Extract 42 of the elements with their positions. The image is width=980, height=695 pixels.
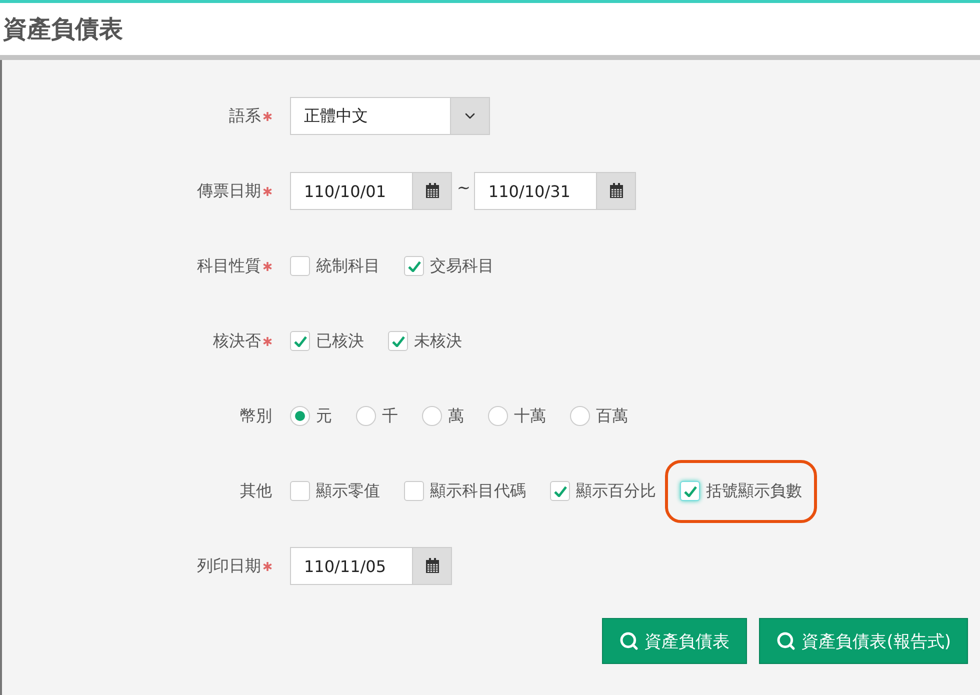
radio-button[interactable] (356, 406, 376, 426)
radio-label: 十萬 (514, 406, 546, 426)
checkbox[interactable] (290, 481, 310, 501)
search-icon (776, 631, 796, 651)
check-icon (392, 336, 404, 346)
check-icon (408, 260, 420, 272)
range-separator: ~ (457, 178, 470, 197)
radio-button[interactable] (422, 406, 442, 426)
checkbox-label: 統制科目 (316, 256, 380, 276)
radio-button[interactable] (290, 406, 310, 426)
checkbox-label: 未核決 (414, 330, 462, 352)
field-label: 核決否 (213, 330, 261, 352)
radio-button[interactable] (488, 406, 508, 426)
checkbox-label: 顯示百分比 (576, 480, 656, 502)
checkbox[interactable] (290, 256, 310, 276)
check-icon (294, 336, 306, 346)
page-title: 資產負債表 (3, 14, 123, 45)
search-icon (618, 631, 639, 651)
checkbox-label: 顯示零值 (316, 480, 380, 502)
field-label: 語系 (229, 106, 261, 126)
field-label: 列印日期 (197, 556, 261, 576)
checkbox[interactable] (404, 481, 424, 501)
checkbox-label: 顯示科目代碼 (430, 480, 526, 502)
check-icon (684, 486, 696, 496)
radio-button[interactable] (570, 406, 590, 426)
check-icon (554, 486, 566, 496)
radio-label: 萬 (448, 406, 464, 426)
checkbox-label: 交易科目 (430, 256, 494, 276)
checkbox-label: 括號顯示負數 (706, 480, 802, 502)
radio-label: 千 (382, 406, 398, 426)
checkbox-label: 已核決 (316, 330, 364, 352)
checkbox[interactable] (550, 481, 570, 501)
field-label: 傳票日期 (197, 180, 261, 202)
field-label: 其他 (240, 480, 272, 502)
checkbox[interactable] (290, 331, 310, 351)
checkbox[interactable] (388, 331, 408, 351)
field-label: 幣別 (240, 406, 272, 426)
checkbox[interactable] (680, 481, 700, 501)
field-label: 科目性質 (197, 256, 261, 276)
radio-label: 百萬 (596, 406, 628, 426)
radio-label: 元 (316, 406, 332, 426)
checkbox[interactable] (404, 256, 424, 276)
